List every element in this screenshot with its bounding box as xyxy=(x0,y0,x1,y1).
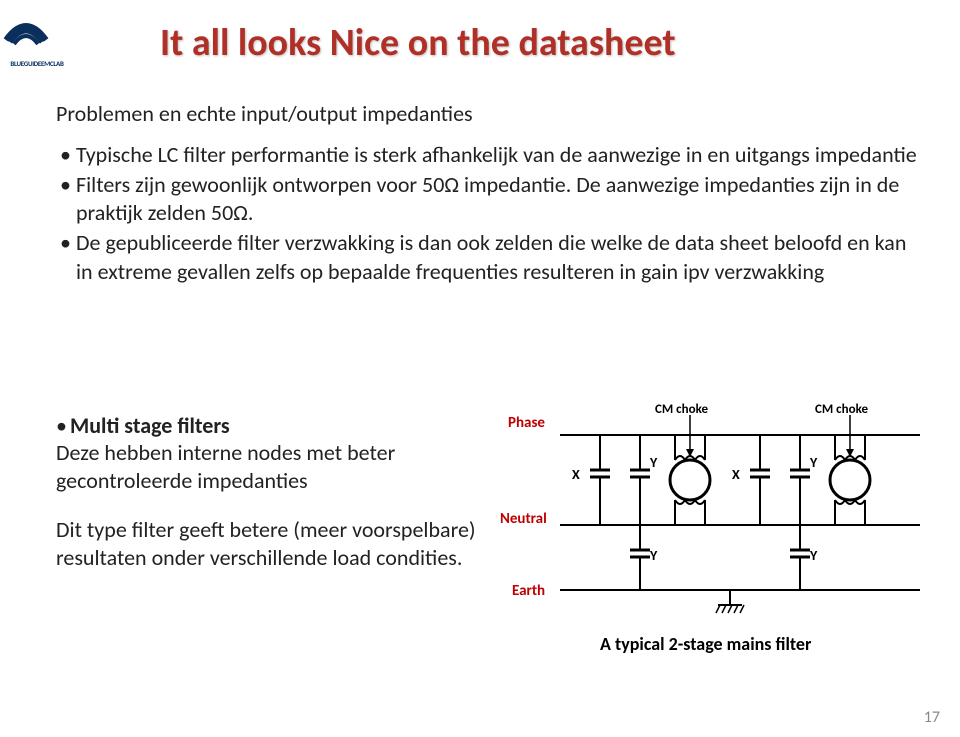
subsection-text: Dit type filter geeft betere (meer voors… xyxy=(56,516,486,571)
subsection-text: Deze hebben interne nodes met beter geco… xyxy=(56,439,486,494)
label-y-cap: Y xyxy=(809,454,818,471)
bullet-list: Typische LC filter performantie is sterk… xyxy=(56,141,926,286)
intro-text: Problemen en echte input/output impedant… xyxy=(56,100,926,127)
label-x-cap: X xyxy=(732,466,740,483)
subsection-heading-text: Multi stage filters xyxy=(70,412,230,439)
brand-logo: BLUEGUIDEEMCLAB xyxy=(2,6,72,68)
logo-text: BLUEGUIDEEMCLAB xyxy=(2,59,72,68)
label-y-cap: Y xyxy=(649,547,658,564)
content-block: Problemen en echte input/output impedant… xyxy=(56,100,926,288)
diagram-caption: A typical 2-stage mains filter xyxy=(600,633,812,655)
label-neutral: Neutral xyxy=(500,510,547,528)
label-x-cap: X xyxy=(572,466,580,483)
label-y-cap: Y xyxy=(649,454,658,471)
label-y-cap: Y xyxy=(809,547,818,564)
label-phase: Phase xyxy=(508,414,545,432)
circuit-diagram: Phase Neutral Earth CM choke CM choke X … xyxy=(500,395,940,665)
logo-arc-icon xyxy=(2,6,50,54)
bullet-item: Typische LC filter performantie is sterk… xyxy=(60,141,926,169)
subsection-block: Multi stage filters Deze hebben interne … xyxy=(56,412,486,571)
label-cm-choke: CM choke xyxy=(815,402,868,417)
slide-title: It all looks Nice on the datasheet xyxy=(160,20,676,66)
label-earth: Earth xyxy=(512,582,545,600)
bullet-item: Filters zijn gewoonlijk ontworpen voor 5… xyxy=(60,171,926,227)
subsection-heading: Multi stage filters xyxy=(56,412,486,439)
bullet-item: De gepubliceerde filter verzwakking is d… xyxy=(60,229,926,285)
page-number: 17 xyxy=(924,708,940,727)
label-cm-choke: CM choke xyxy=(655,402,708,417)
